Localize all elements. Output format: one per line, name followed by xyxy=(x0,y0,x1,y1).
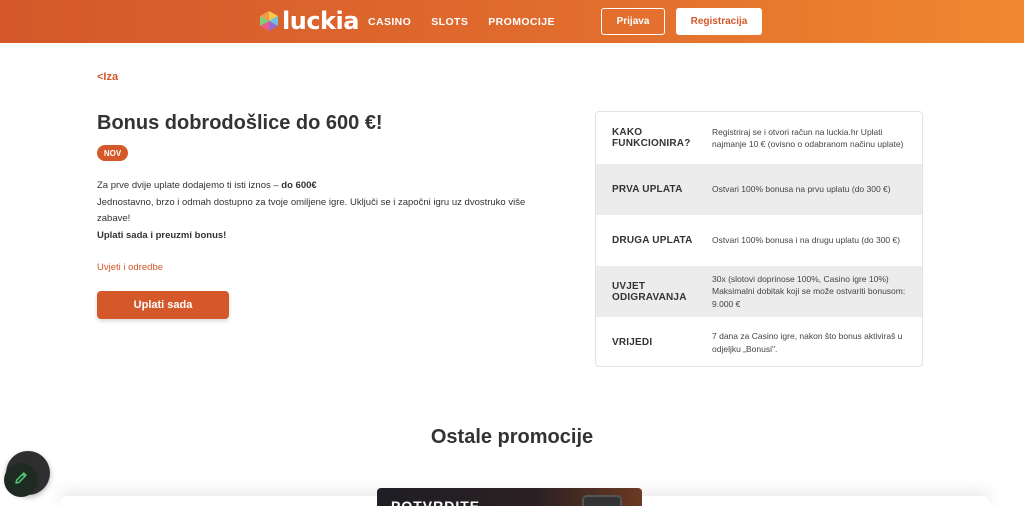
luckia-logo-icon xyxy=(258,10,280,32)
logo-text: luckia xyxy=(282,7,359,35)
page-title: Bonus dobrodošlice do 600 €! xyxy=(97,112,383,134)
terms-link[interactable]: Uvjeti i odredbe xyxy=(97,262,163,273)
register-button[interactable]: Registracija xyxy=(676,8,762,35)
other-promotions-title: Ostale promocije xyxy=(430,426,594,448)
promo-card-title: POTVRDITE xyxy=(391,498,481,506)
luckia-logo[interactable]: luckia xyxy=(258,8,359,34)
info-label: PRVA UPLATA xyxy=(612,184,683,195)
pencil-icon xyxy=(13,470,29,491)
new-badge: NOV xyxy=(97,145,128,161)
info-label: DRUGA UPLATA xyxy=(612,235,693,246)
info-row-how-it-works: KAKO FUNKCIONIRA? Registriraj se i otvor… xyxy=(596,112,922,164)
back-link[interactable]: <Iza xyxy=(97,71,118,83)
phone-image xyxy=(582,495,622,506)
top-header: luckia CASINO SLOTS PROMOCIJE Prijava Re… xyxy=(0,0,1024,43)
info-label: VRIJEDI xyxy=(612,337,653,348)
edit-button[interactable] xyxy=(4,463,38,497)
bonus-info-table: KAKO FUNKCIONIRA? Registriraj se i otvor… xyxy=(595,111,923,367)
info-value: Registriraj se i otvori račun na luckia.… xyxy=(712,126,904,150)
info-row-validity: VRIJEDI 7 dana za Casino igre, nakon što… xyxy=(596,317,922,366)
info-value: Ostvari 100% bonusa i na drugu uplatu (d… xyxy=(712,235,901,246)
main-nav: CASINO SLOTS PROMOCIJE xyxy=(368,0,555,43)
promo-card[interactable]: POTVRDITE xyxy=(377,488,642,506)
login-button[interactable]: Prijava xyxy=(601,8,665,35)
info-value: 7 dana za Casino igre, nakon što bonus a… xyxy=(712,331,903,354)
info-row-first-deposit: PRVA UPLATA Ostvari 100% bonusa na prvu … xyxy=(596,164,922,215)
info-value: Ostvari 100% bonusa na prvu uplatu (do 3… xyxy=(712,184,891,195)
info-row-wagering: UVJET ODIGRAVANJA 30x (slotovi doprinose… xyxy=(596,266,922,317)
deposit-now-button[interactable]: Uplati sada xyxy=(97,291,229,319)
description-line-2: Jednostavno, brzo i odmah dostupno za tv… xyxy=(97,196,526,225)
nav-promocije[interactable]: PROMOCIJE xyxy=(488,16,555,28)
nav-slots[interactable]: SLOTS xyxy=(431,16,468,28)
description-line-1: Za prve dvije uplate dodajemo ti isti iz… xyxy=(97,180,317,191)
description-line-3: Uplati sada i preuzmi bonus! xyxy=(97,229,227,241)
nav-casino[interactable]: CASINO xyxy=(368,16,411,28)
promo-description: Za prve dvije uplate dodajemo ti isti iz… xyxy=(97,178,547,244)
info-label: KAKO FUNKCIONIRA? xyxy=(612,127,691,149)
info-row-second-deposit: DRUGA UPLATA Ostvari 100% bonusa i na dr… xyxy=(596,215,922,266)
info-value: 30x (slotovi doprinose 100%, Casino igre… xyxy=(712,273,906,309)
info-label: UVJET ODIGRAVANJA xyxy=(612,280,687,303)
